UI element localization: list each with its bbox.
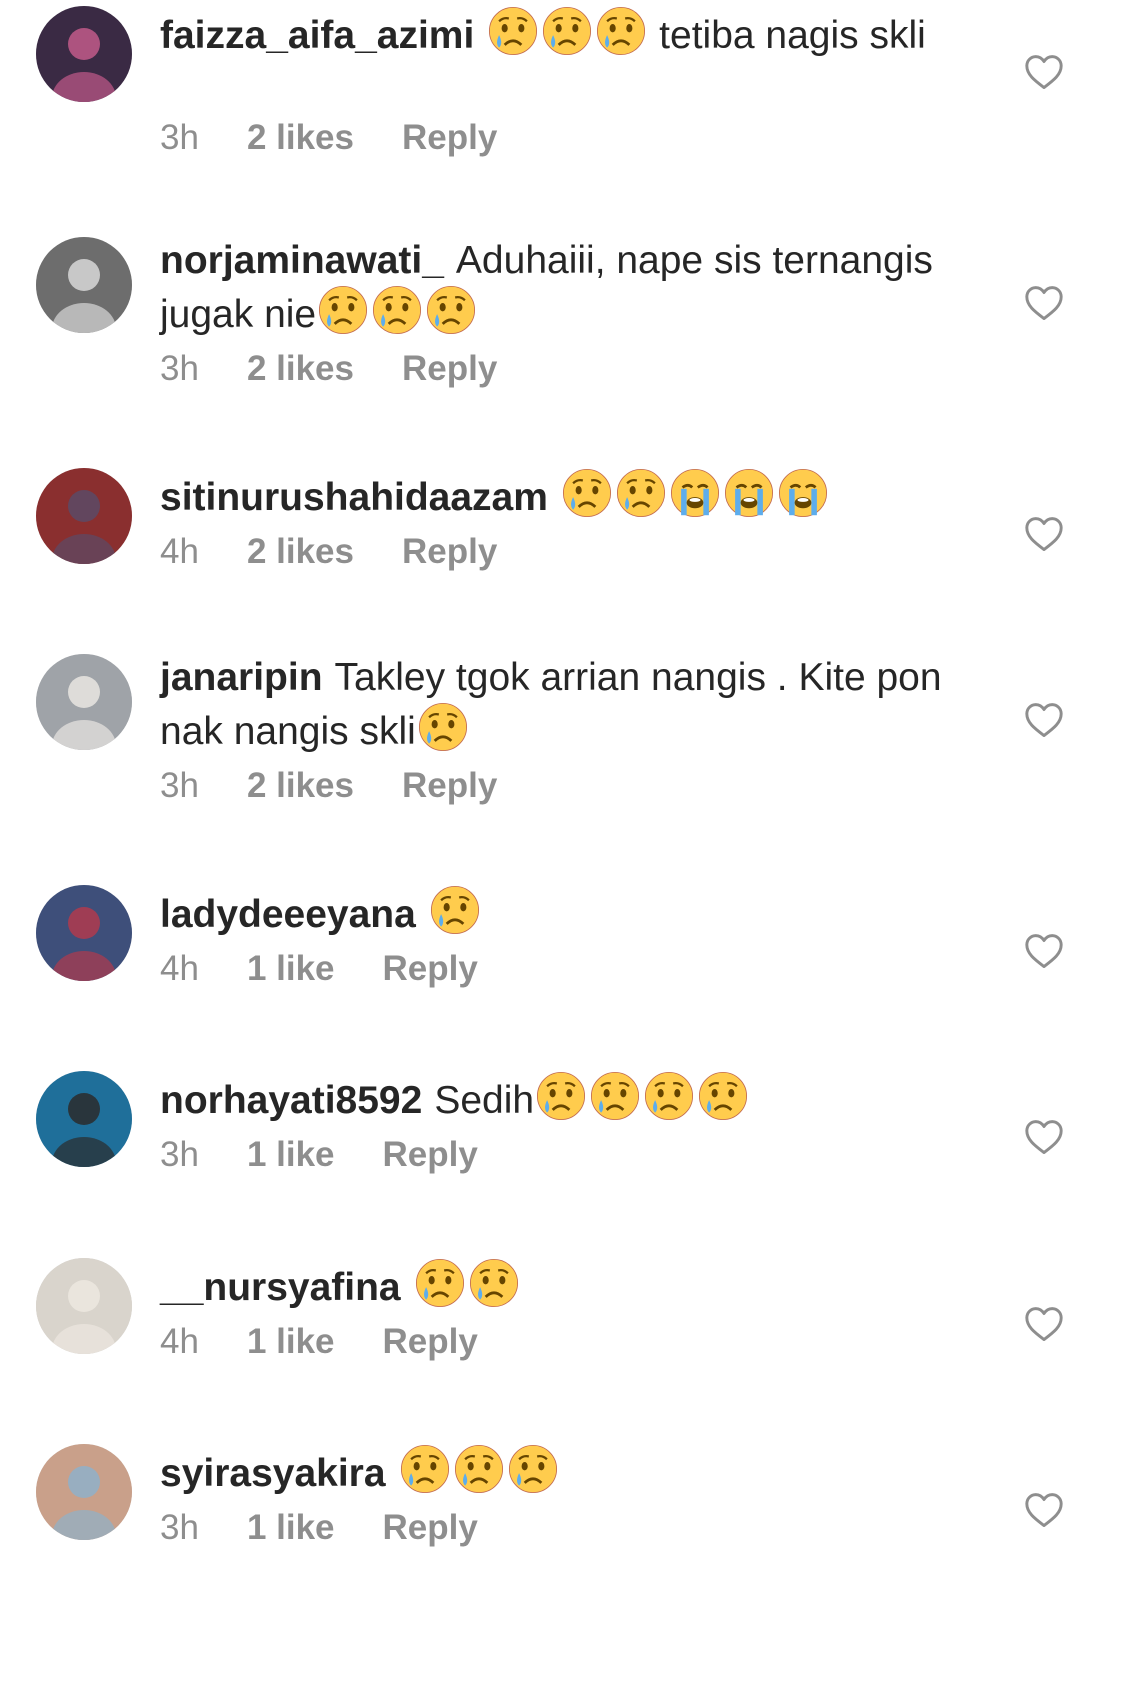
loudly-crying-face-icon — [670, 468, 720, 518]
comment-username[interactable]: ladydeeeyana — [160, 893, 416, 936]
comment-username[interactable]: norhayati8592 — [160, 1079, 422, 1122]
likes-count[interactable]: 2 likes — [247, 349, 354, 389]
crying-face-icon — [469, 1258, 519, 1308]
comment-row: janaripin Takley tgok arrian nangis . Kit… — [0, 654, 1125, 854]
reply-button[interactable]: Reply — [402, 349, 497, 389]
reply-button[interactable]: Reply — [402, 118, 497, 158]
crying-face-icon — [596, 6, 646, 56]
comment-row: norjaminawati_ Aduhaiii, nape sis ternang… — [0, 237, 1125, 437]
reply-button[interactable]: Reply — [383, 1508, 478, 1548]
crying-face-icon — [616, 468, 666, 518]
comment-text: faizza_aifa_azimi tetiba nagis skli — [160, 6, 960, 60]
comment-body: tetiba nagis skli — [648, 14, 926, 57]
avatar[interactable] — [36, 468, 132, 564]
crying-face-icon — [508, 1444, 558, 1494]
likes-count[interactable]: 2 likes — [247, 532, 354, 572]
comment-row: faizza_aifa_azimi tetiba nagis skli 3h 2 l… — [0, 6, 1125, 206]
avatar[interactable] — [36, 1071, 132, 1167]
crying-face-icon — [454, 1444, 504, 1494]
avatar[interactable] — [36, 885, 132, 981]
comment-text: __nursyafina — [160, 1258, 960, 1312]
comment-text: ladydeeeyana — [160, 885, 960, 939]
crying-face-icon — [400, 1444, 450, 1494]
crying-face-icon — [318, 285, 368, 335]
heart-icon[interactable] — [1024, 702, 1064, 738]
comment-time: 4h — [160, 1322, 199, 1361]
comment-body: Sedih — [434, 1079, 535, 1122]
comment-text: syirasyakira — [160, 1444, 960, 1498]
comment-meta: 3h 2 likes Reply — [160, 118, 545, 158]
comment-username[interactable]: janaripin — [160, 656, 323, 699]
avatar[interactable] — [36, 1258, 132, 1354]
reply-button[interactable]: Reply — [383, 1135, 478, 1175]
likes-count[interactable]: 2 likes — [247, 118, 354, 158]
crying-face-icon — [372, 285, 422, 335]
comment-time: 3h — [160, 1508, 199, 1547]
crying-face-icon — [418, 702, 468, 752]
comment-meta: 4h 1 like Reply — [160, 1322, 526, 1362]
heart-icon[interactable] — [1024, 933, 1064, 969]
comment-row: ladydeeeyana 4h 1 like Reply — [0, 885, 1125, 1085]
crying-face-icon — [426, 285, 476, 335]
comment-username[interactable]: __nursyafina — [160, 1266, 401, 1309]
comment-time: 4h — [160, 949, 199, 988]
comments-list: faizza_aifa_azimi tetiba nagis skli 3h 2 l… — [0, 0, 1125, 1690]
comment-username[interactable]: sitinurushahidaazam — [160, 476, 548, 519]
comment-text: norjaminawati_ Aduhaiii, nape sis ternang… — [160, 237, 960, 339]
reply-button[interactable]: Reply — [402, 766, 497, 806]
avatar[interactable] — [36, 6, 132, 102]
loudly-crying-face-icon — [778, 468, 828, 518]
crying-face-icon — [590, 1071, 640, 1121]
comment-row: norhayati8592 Sedih 3h 1 like Reply — [0, 1071, 1125, 1271]
comment-text: norhayati8592 Sedih — [160, 1071, 960, 1125]
reply-button[interactable]: Reply — [402, 532, 497, 572]
crying-face-icon — [562, 468, 612, 518]
comment-time: 4h — [160, 532, 199, 571]
likes-count[interactable]: 1 like — [247, 1508, 335, 1548]
heart-icon[interactable] — [1024, 1119, 1064, 1155]
likes-count[interactable]: 2 likes — [247, 766, 354, 806]
likes-count[interactable]: 1 like — [247, 1322, 335, 1362]
crying-face-icon — [542, 6, 592, 56]
likes-count[interactable]: 1 like — [247, 1135, 335, 1175]
comment-meta: 3h 1 like Reply — [160, 1508, 526, 1548]
loudly-crying-face-icon — [724, 468, 774, 518]
comment-row: sitinurushahidaazam 4h 2 likes Reply — [0, 468, 1125, 668]
avatar[interactable] — [36, 654, 132, 750]
comment-username[interactable]: norjaminawati_ — [160, 239, 444, 282]
comment-meta: 3h 1 like Reply — [160, 1135, 526, 1175]
crying-face-icon — [415, 1258, 465, 1308]
comment-time: 3h — [160, 766, 199, 805]
comment-meta: 3h 2 likes Reply — [160, 766, 545, 806]
crying-face-icon — [430, 885, 480, 935]
comment-row: syirasyakira 3h 1 like Reply — [0, 1444, 1125, 1644]
comment-username[interactable]: faizza_aifa_azimi — [160, 14, 474, 57]
comment-meta: 4h 1 like Reply — [160, 949, 526, 989]
reply-button[interactable]: Reply — [383, 1322, 478, 1362]
heart-icon[interactable] — [1024, 285, 1064, 321]
heart-icon[interactable] — [1024, 1306, 1064, 1342]
likes-count[interactable]: 1 like — [247, 949, 335, 989]
comment-time: 3h — [160, 349, 199, 388]
comment-meta: 3h 2 likes Reply — [160, 349, 545, 389]
avatar[interactable] — [36, 237, 132, 333]
crying-face-icon — [488, 6, 538, 56]
reply-button[interactable]: Reply — [383, 949, 478, 989]
avatar[interactable] — [36, 1444, 132, 1540]
comment-time: 3h — [160, 1135, 199, 1174]
crying-face-icon — [698, 1071, 748, 1121]
heart-icon[interactable] — [1024, 54, 1064, 90]
comment-meta: 4h 2 likes Reply — [160, 532, 545, 572]
comment-text: janaripin Takley tgok arrian nangis . Kit… — [160, 654, 960, 756]
heart-icon[interactable] — [1024, 516, 1064, 552]
heart-icon[interactable] — [1024, 1492, 1064, 1528]
crying-face-icon — [644, 1071, 694, 1121]
comment-text: sitinurushahidaazam — [160, 468, 960, 522]
crying-face-icon — [536, 1071, 586, 1121]
comment-username[interactable]: syirasyakira — [160, 1452, 386, 1495]
comment-time: 3h — [160, 118, 199, 157]
comment-row: __nursyafina 4h 1 like Reply — [0, 1258, 1125, 1458]
